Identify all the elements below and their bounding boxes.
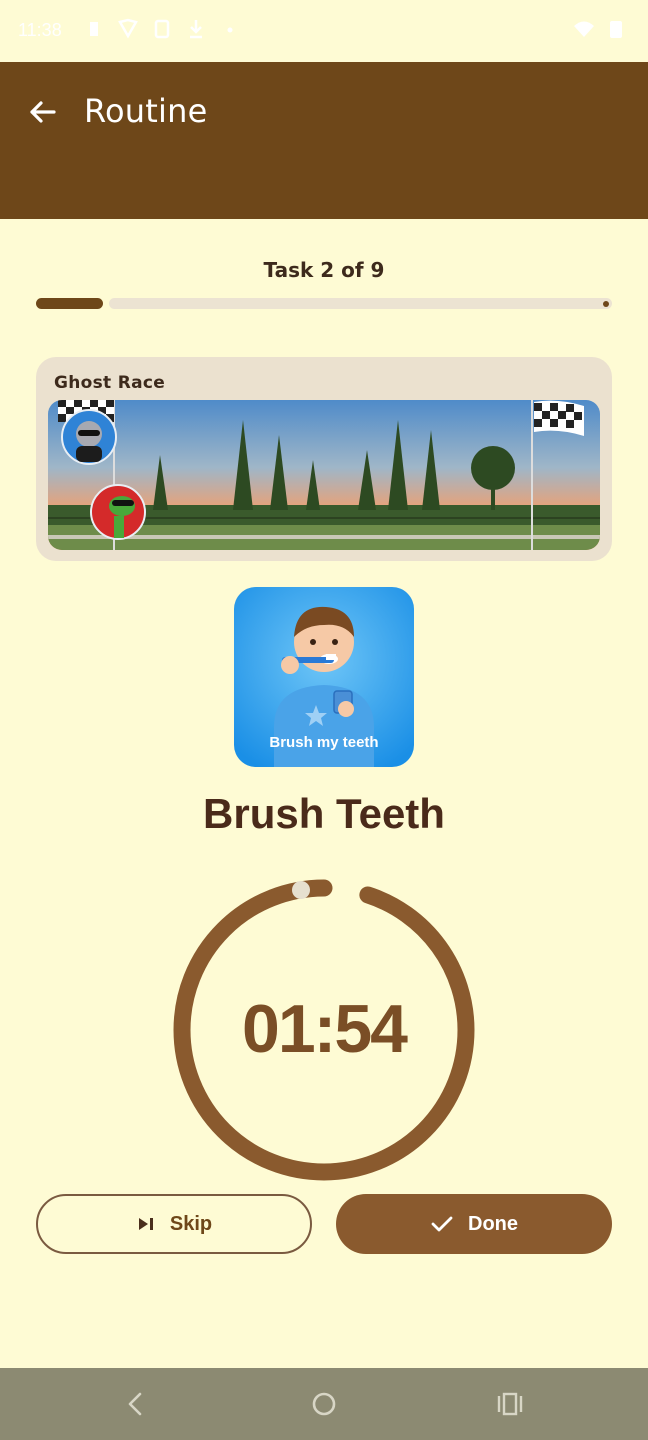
notification-icon xyxy=(90,22,98,36)
app-bar xyxy=(0,62,648,219)
done-button-label: Done xyxy=(468,1212,518,1235)
skip-next-icon xyxy=(138,1218,153,1230)
system-nav-bar xyxy=(0,1368,648,1440)
check-icon xyxy=(431,1216,453,1232)
task-illustration: Brush my teeth xyxy=(234,587,414,767)
home-icon[interactable] xyxy=(308,1388,340,1420)
status-icons-left xyxy=(84,18,240,40)
download-icon xyxy=(190,20,202,39)
progress-end-dot xyxy=(603,300,609,307)
recents-icon[interactable] xyxy=(494,1388,526,1420)
progress-completed-segment xyxy=(36,298,103,309)
status-bar: 11:38 xyxy=(0,0,648,62)
battery-icon xyxy=(610,21,622,38)
shield-icon xyxy=(118,18,138,39)
dot-icon xyxy=(227,27,233,33)
done-button[interactable]: Done xyxy=(336,1194,612,1254)
timer-start-dot xyxy=(292,881,310,899)
page-title: Routine xyxy=(84,92,208,130)
progress-remaining-segment xyxy=(109,298,612,309)
clipboard-icon xyxy=(154,19,170,39)
dinosaur-avatar xyxy=(90,484,146,540)
timer-display: 01:54 xyxy=(242,991,408,1067)
status-icons-right xyxy=(574,18,626,40)
wifi-icon xyxy=(574,21,594,37)
skip-button[interactable]: Skip xyxy=(36,1194,312,1254)
finish-flag-icon xyxy=(534,400,584,436)
arrow-left-icon[interactable] xyxy=(22,92,62,132)
task-name: Brush Teeth xyxy=(203,790,445,837)
race-landscape xyxy=(48,400,600,550)
cat-avatar xyxy=(61,409,117,465)
task-progress-bar xyxy=(36,298,612,309)
task-progress-label: Task 2 of 9 xyxy=(263,258,385,282)
task-image-caption: Brush my teeth xyxy=(269,734,379,751)
back-icon[interactable] xyxy=(120,1388,152,1420)
status-time: 11:38 xyxy=(18,20,62,40)
ghost-race-card: Ghost Race xyxy=(36,357,612,561)
ghost-race-title: Ghost Race xyxy=(54,373,166,393)
race-track-scene xyxy=(48,400,600,550)
skip-button-label: Skip xyxy=(169,1212,213,1235)
